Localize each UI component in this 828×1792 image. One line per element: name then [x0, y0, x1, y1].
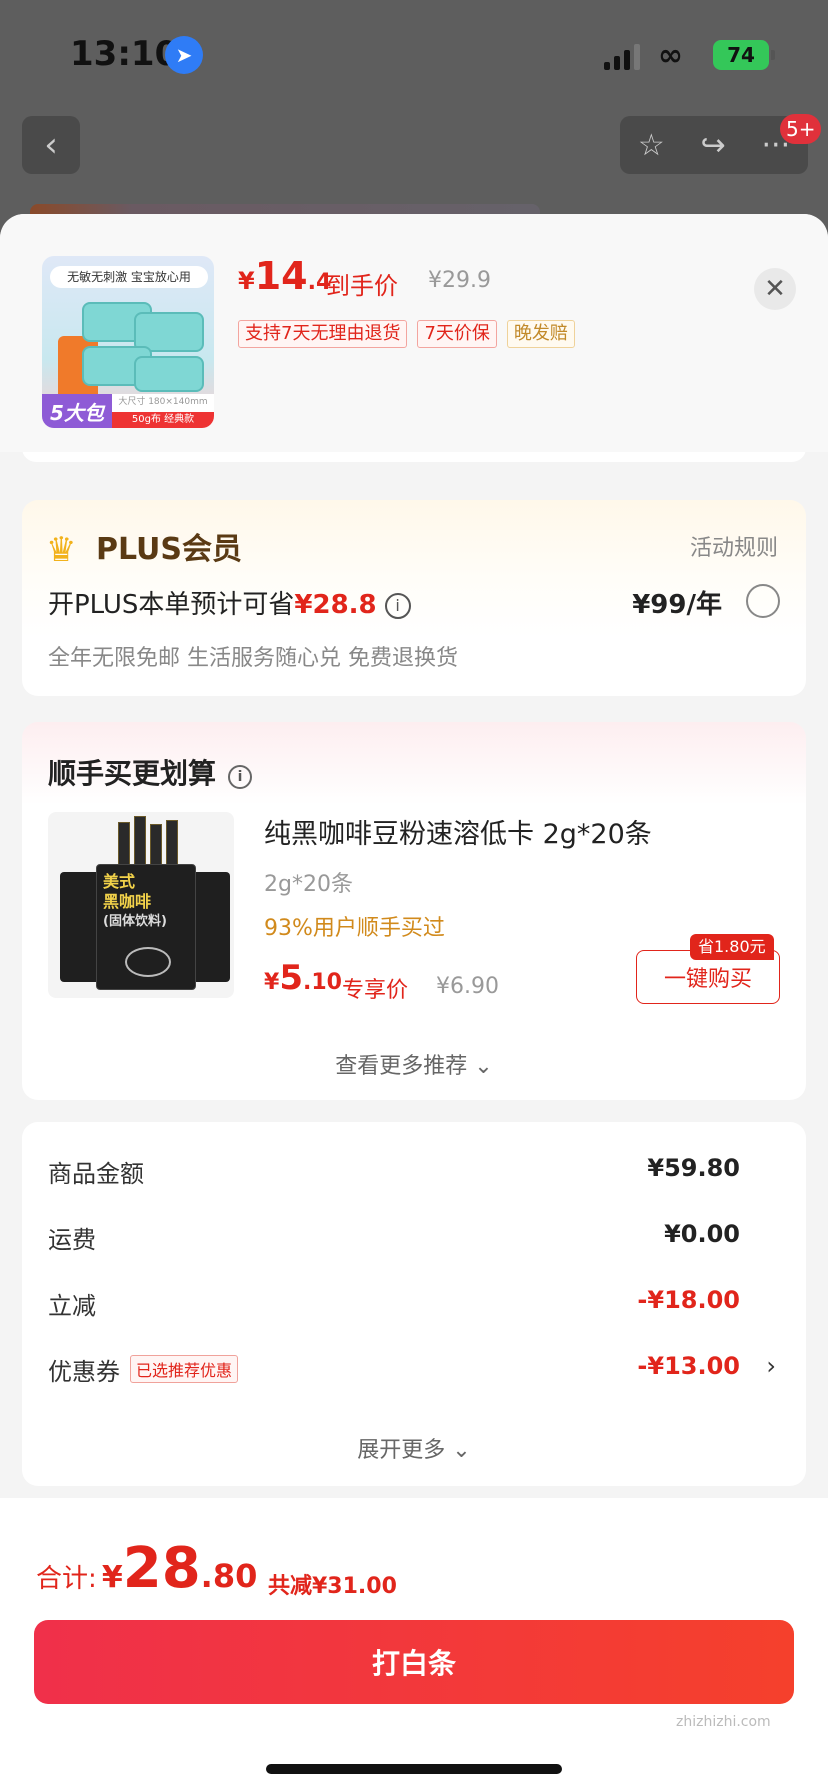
thumb-weight: 50g布 经典款	[112, 412, 214, 428]
service-tag-return: 支持7天无理由退货	[238, 320, 408, 348]
home-indicator[interactable]	[266, 1764, 562, 1774]
status-time: 13:10	[70, 34, 179, 74]
save-badge: 省1.80元	[690, 934, 774, 960]
chevron-right-icon[interactable]: ›	[766, 1352, 776, 1380]
coffee-text-1: 美式	[103, 872, 136, 891]
link-icon: ∞	[658, 38, 683, 73]
total-dec: .80	[200, 1557, 258, 1595]
more-recommendations-link[interactable]: 查看更多推荐 ⌄	[22, 1048, 806, 1080]
battery-icon: 74	[713, 40, 775, 70]
total-saved: 共减¥31.00	[268, 1574, 397, 1599]
thumb-banner: 无敏无刺激 宝宝放心用	[50, 266, 208, 288]
price-label: 到手价	[326, 272, 398, 300]
plus-radio-button[interactable]	[746, 584, 780, 618]
battery-level: 74	[727, 43, 755, 67]
checkout-footer: 合计: ¥28.80 共减¥31.00 打白条 zhizhizhi.com	[0, 1498, 828, 1792]
star-icon[interactable]: ☆	[638, 128, 665, 163]
share-icon[interactable]: ↪	[701, 128, 726, 163]
recommendation-social-proof: 93%用户顺手买过	[264, 916, 445, 941]
coffee-box-front: 美式 黑咖啡 (固体饮料)	[96, 864, 196, 990]
plus-save-label: 开PLUS本单预计可省	[48, 590, 295, 620]
coupon-tag: 已选推荐优惠	[130, 1355, 239, 1383]
thumb-pack	[134, 356, 204, 392]
recommendation-name[interactable]: 纯黑咖啡豆粉速溶低卡 2g*20条	[264, 812, 652, 851]
coffee-text-2: 黑咖啡	[103, 892, 152, 911]
summary-row-coupon[interactable]: 优惠券 已选推荐优惠 -¥13.00 ›	[48, 1352, 778, 1392]
coffee-text-3: (固体饮料)	[103, 914, 167, 929]
info-icon[interactable]: i	[384, 592, 411, 619]
product-thumbnail: 无敏无刺激 宝宝放心用 5大包 大尺寸 180×140mm 50g布 经典款	[42, 256, 214, 428]
total-int: 28	[122, 1536, 201, 1601]
summary-label: 立减	[48, 1292, 96, 1320]
exclusive-price-label: 专享价	[342, 978, 409, 1003]
product-header: 无敏无刺激 宝宝放心用 5大包 大尺寸 180×140mm 50g布 经典款 ¥…	[0, 214, 828, 452]
recommendation-spec: 2g*20条	[264, 872, 353, 897]
plus-price: ¥99/年	[632, 590, 722, 620]
summary-label: 运费	[48, 1226, 96, 1254]
price-symbol: ¥	[238, 267, 255, 295]
summary-value: ¥59.80	[647, 1154, 740, 1182]
price-int: 5	[279, 958, 303, 998]
expand-more-link[interactable]: 展开更多 ⌄	[22, 1432, 806, 1464]
plus-benefits: 全年无限免邮 生活服务随心兑 免费退换货	[48, 646, 458, 671]
service-tags: 支持7天无理由退货 7天价保 晚发赔	[238, 320, 575, 348]
recommendation-card: 顺手买更划算 i 美式 黑咖啡 (固体饮料) 纯黑咖啡豆粉速溶低卡 2g*20条 …	[22, 722, 806, 1100]
service-tag-late-delivery: 晚发赔	[506, 320, 575, 348]
crown-icon: ♛	[46, 530, 77, 570]
summary-row-shipping: 运费 ¥0.00	[48, 1220, 778, 1260]
coffee-product-image[interactable]: 美式 黑咖啡 (固体饮料)	[48, 812, 234, 998]
summary-label: 优惠券 已选推荐优惠	[48, 1352, 239, 1387]
total-amount: 合计: ¥28.80	[36, 1536, 257, 1601]
deal-price: ¥14.4	[238, 254, 331, 298]
summary-value: -¥18.00	[637, 1286, 740, 1314]
price-symbol: ¥	[264, 970, 280, 995]
summary-row-subtotal: 商品金额 ¥59.80	[48, 1154, 778, 1194]
summary-value: ¥0.00	[664, 1220, 740, 1248]
activity-rules-link[interactable]: 活动规则	[690, 530, 778, 562]
price-dec: .10	[302, 970, 342, 995]
thumb-tag: 5大包	[42, 394, 112, 428]
service-tag-price-protect: 7天价保	[417, 320, 497, 348]
recommendation-title-text: 顺手买更划算	[48, 757, 217, 790]
summary-value: -¥13.00	[637, 1352, 740, 1380]
message-badge: 5+	[780, 114, 822, 144]
close-icon[interactable]: ✕	[754, 268, 796, 310]
info-icon[interactable]: i	[228, 765, 253, 789]
pay-button[interactable]: 打白条	[34, 1620, 794, 1704]
plus-title: PLUS会员	[96, 532, 243, 567]
thumb-spec: 大尺寸 180×140mm	[118, 397, 208, 407]
signal-icon	[604, 44, 640, 70]
price-int: 14	[254, 254, 308, 298]
total-symbol: ¥	[101, 1560, 123, 1595]
summary-row-discount: 立减 -¥18.00	[48, 1286, 778, 1326]
original-price: ¥29.9	[428, 268, 491, 293]
summary-label: 商品金额	[48, 1160, 144, 1188]
plus-save-text: 开PLUS本单预计可省¥28.8 i	[48, 584, 411, 621]
watermark: zhizhizhi.com	[676, 1714, 771, 1730]
coffee-bean-icon	[125, 947, 171, 977]
plus-membership-card[interactable]: ♛ PLUS会员 活动规则 开PLUS本单预计可省¥28.8 i ¥99/年 全年…	[22, 500, 806, 696]
recommendation-price: ¥5.10	[264, 958, 342, 998]
back-button[interactable]: ‹	[22, 116, 80, 174]
plus-save-amount: ¥28.8	[294, 590, 377, 620]
coupon-label: 优惠券	[48, 1358, 120, 1386]
location-icon: ➤	[165, 36, 203, 74]
total-label: 合计:	[36, 1564, 97, 1594]
order-summary-card: 商品金额 ¥59.80 运费 ¥0.00 立减 -¥18.00 优惠券 已选推荐优…	[22, 1122, 806, 1486]
recommendation-original-price: ¥6.90	[436, 974, 499, 999]
recommendation-title: 顺手买更划算 i	[48, 752, 253, 792]
status-bar: 13:10 ➤ ∞ 74	[0, 0, 828, 105]
